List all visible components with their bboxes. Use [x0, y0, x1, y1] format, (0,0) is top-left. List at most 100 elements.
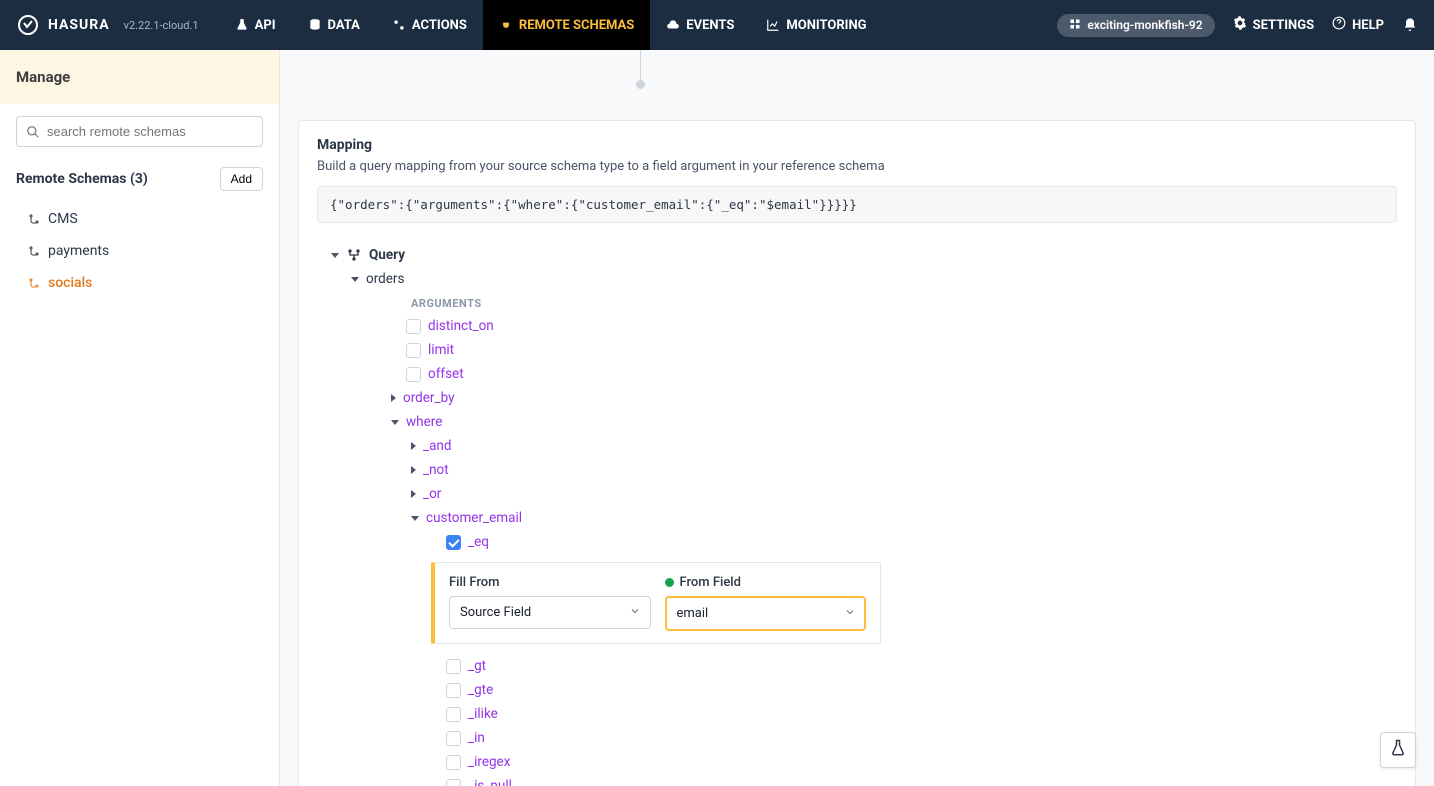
node-label: distinct_on	[428, 318, 494, 334]
caret-right-icon[interactable]	[411, 466, 416, 474]
fill-from-label: Fill From	[449, 575, 499, 590]
hasura-logo-icon	[16, 13, 40, 37]
checkbox[interactable]	[446, 707, 461, 722]
tree-node-iregex[interactable]: _iregex	[431, 750, 1397, 774]
node-label: _in	[468, 730, 485, 746]
chart-icon	[766, 18, 780, 32]
checkbox[interactable]	[446, 535, 461, 550]
tree-node-gte[interactable]: _gte	[431, 678, 1397, 702]
node-label: _iregex	[468, 754, 510, 770]
tab-remote-schemas[interactable]: REMOTE SCHEMAS	[483, 0, 650, 50]
nav-tabs: API DATA ACTIONS REMOTE SCHEMAS EVENTS M…	[219, 0, 883, 50]
checkbox[interactable]	[446, 659, 461, 674]
tree-node-customer-email[interactable]: customer_email	[411, 506, 1397, 530]
tree-node-or[interactable]: _or	[411, 482, 1397, 506]
caret-down-icon[interactable]	[331, 253, 339, 258]
panel-description: Build a query mapping from your source s…	[317, 159, 1397, 174]
top-nav: HASURA v2.22.1-cloud.1 API DATA ACTIONS …	[0, 0, 1434, 50]
arguments-heading: ARGUMENTS	[411, 291, 1397, 314]
cog-icon	[392, 18, 406, 32]
tab-api[interactable]: API	[219, 0, 292, 50]
caret-right-icon[interactable]	[391, 394, 396, 402]
section-title: Remote Schemas (3)	[16, 171, 148, 187]
mapping-panel: Mapping Build a query mapping from your …	[298, 120, 1416, 786]
tab-data[interactable]: DATA	[292, 0, 376, 50]
tree-node-limit[interactable]: limit	[391, 338, 1397, 362]
caret-down-icon[interactable]	[391, 420, 399, 425]
from-field-label: From Field	[680, 575, 741, 590]
search-input[interactable]	[16, 116, 263, 147]
node-label: orders	[366, 271, 404, 287]
help-link[interactable]: HELP	[1332, 16, 1384, 34]
tree-node-order-by[interactable]: order_by	[391, 386, 1397, 410]
from-field-select[interactable]: email	[665, 596, 867, 631]
caret-down-icon[interactable]	[411, 516, 419, 521]
sidebar: Manage Remote Schemas (3) Add CMS paymen…	[0, 50, 280, 786]
tree-node-distinct-on[interactable]: distinct_on	[391, 314, 1397, 338]
panel-title: Mapping	[317, 137, 1397, 153]
tree-node-query[interactable]: Query	[331, 243, 1397, 267]
tab-actions[interactable]: ACTIONS	[376, 0, 483, 50]
search-icon	[26, 125, 40, 139]
caret-right-icon[interactable]	[411, 490, 416, 498]
query-tree: Query orders ARGUMENTS	[317, 243, 1397, 786]
tree-node-in[interactable]: _in	[431, 726, 1397, 750]
cloud-icon	[666, 18, 680, 32]
fill-from-select[interactable]: Source Field	[449, 596, 651, 629]
tab-api-label: API	[255, 18, 276, 33]
tab-events-label: EVENTS	[686, 18, 734, 33]
fill-panel: Fill From Source Field	[431, 562, 881, 644]
gear-icon	[1233, 16, 1247, 34]
tree-node-and[interactable]: _and	[411, 434, 1397, 458]
node-label: _ilike	[468, 706, 498, 722]
settings-link[interactable]: SETTINGS	[1233, 16, 1315, 34]
project-pill[interactable]: exciting-monkfish-92	[1057, 14, 1214, 37]
caret-right-icon[interactable]	[411, 442, 416, 450]
sidebar-item-payments[interactable]: payments	[0, 235, 279, 267]
checkbox[interactable]	[406, 319, 421, 334]
tree-node-eq[interactable]: _eq	[431, 530, 1397, 554]
tree-node-not[interactable]: _not	[411, 458, 1397, 482]
branch-icon	[28, 245, 40, 257]
branch-icon	[28, 277, 40, 289]
mapping-code[interactable]: {"orders":{"arguments":{"where":{"custom…	[317, 186, 1397, 223]
tab-monitoring[interactable]: MONITORING	[750, 0, 882, 50]
tab-actions-label: ACTIONS	[412, 18, 467, 33]
tab-data-label: DATA	[328, 18, 360, 33]
caret-down-icon[interactable]	[351, 277, 359, 282]
type-icon	[346, 247, 362, 263]
sidebar-item-label: socials	[48, 275, 92, 291]
node-label: Query	[369, 247, 405, 263]
tab-remote-schemas-label: REMOTE SCHEMAS	[519, 18, 634, 33]
status-dot-icon	[665, 578, 674, 587]
tree-node-where[interactable]: where	[391, 410, 1397, 434]
tab-events[interactable]: EVENTS	[650, 0, 750, 50]
checkbox[interactable]	[446, 731, 461, 746]
tree-node-offset[interactable]: offset	[391, 362, 1397, 386]
node-label: _and	[423, 438, 452, 454]
node-label: _gte	[468, 682, 493, 698]
tree-node-is-null[interactable]: _is_null	[431, 774, 1397, 786]
node-label: customer_email	[426, 510, 522, 526]
checkbox[interactable]	[446, 779, 461, 786]
tree-node-gt[interactable]: _gt	[431, 654, 1397, 678]
bell-icon[interactable]	[1402, 17, 1418, 33]
sidebar-item-cms[interactable]: CMS	[0, 203, 279, 235]
plug-icon	[499, 18, 513, 32]
help-label: HELP	[1352, 18, 1384, 33]
tab-monitoring-label: MONITORING	[786, 18, 866, 33]
checkbox[interactable]	[446, 755, 461, 770]
tree-node-orders[interactable]: orders	[351, 267, 1397, 291]
manage-header[interactable]: Manage	[0, 50, 279, 104]
header-right: exciting-monkfish-92 SETTINGS HELP	[1057, 14, 1418, 37]
project-icon	[1069, 18, 1081, 33]
checkbox[interactable]	[406, 343, 421, 358]
checkbox[interactable]	[406, 367, 421, 382]
sidebar-item-socials[interactable]: socials	[0, 267, 279, 299]
feedback-float-button[interactable]	[1380, 732, 1416, 768]
sidebar-item-label: payments	[48, 243, 109, 259]
checkbox[interactable]	[446, 683, 461, 698]
tree-node-ilike[interactable]: _ilike	[431, 702, 1397, 726]
add-button[interactable]: Add	[220, 167, 263, 191]
node-label: where	[406, 414, 442, 430]
